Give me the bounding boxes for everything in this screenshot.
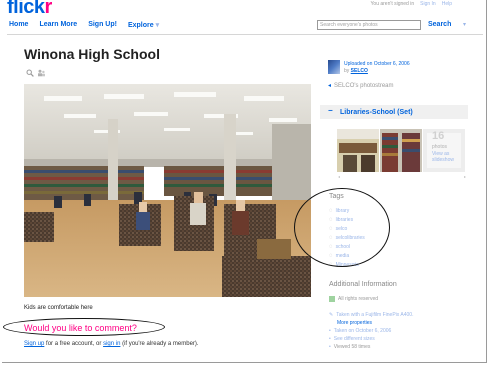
magnifier-icon[interactable]	[26, 69, 34, 77]
slideshow-link[interactable]: View as slideshow	[432, 151, 472, 163]
set-title[interactable]: Libraries-School (Set)	[340, 109, 413, 116]
set-photo-count: 16	[432, 130, 445, 142]
page-title: Winona High School	[24, 46, 160, 62]
uploader-avatar[interactable]	[328, 60, 340, 74]
additional-info-heading: Additional Information	[329, 281, 397, 288]
sign-in-link[interactable]: sign in	[103, 341, 120, 347]
arrow-right-icon[interactable]: ▸	[464, 174, 466, 179]
nav-explore[interactable]: Explore ▾	[128, 21, 159, 29]
photostream-nav: ◂ SELCO's photostream	[328, 82, 394, 90]
upload-date[interactable]: Uploaded on October 6, 2006	[344, 61, 410, 68]
nav-home[interactable]: Home	[9, 21, 28, 29]
signed-out-text: You aren't signed in	[370, 1, 415, 7]
set-pager: ◂ ▸	[338, 174, 466, 179]
search-input[interactable]	[317, 20, 421, 30]
chevron-down-icon: ▾	[155, 22, 160, 29]
flickr-photo-page: flickr You aren't signed in Sign In Help…	[2, 0, 487, 363]
list-item: More properties	[329, 319, 413, 327]
creative-commons-icon	[329, 296, 335, 302]
account-links: You aren't signed in Sign In Help	[371, 1, 452, 7]
annotation-circle	[294, 188, 390, 267]
bullet-icon: •	[329, 344, 331, 350]
photo-tools	[26, 69, 46, 77]
set-count-label: photos	[432, 144, 448, 150]
flickr-logo[interactable]: flickr	[7, 0, 52, 19]
list-item: • Viewed 58 times	[329, 344, 371, 350]
nav-sign-up[interactable]: Sign Up!	[88, 21, 117, 29]
uploader-link[interactable]: SELCO	[351, 68, 368, 74]
library-photo	[24, 84, 311, 297]
people-icon[interactable]	[37, 69, 46, 77]
upload-info: Uploaded on October 6, 2006 by SELCO	[344, 61, 410, 74]
nav-learn-more[interactable]: Learn More	[39, 21, 77, 29]
list-item: ✎ Taken with a Fujifilm FinePix A400.	[329, 312, 414, 318]
list-item: • Taken on October 6, 2006	[329, 328, 392, 334]
search-button[interactable]: Search	[428, 21, 451, 28]
signup-prompt: Sign up for a free account, or sign in (…	[24, 341, 199, 347]
main-nav: Home Learn More Sign Up! Explore ▾	[9, 21, 159, 29]
license-info: All rights reserved	[329, 296, 378, 302]
collapse-icon[interactable]: −	[328, 106, 333, 115]
bullet-icon: •	[329, 336, 331, 342]
main-photo[interactable]	[24, 84, 311, 297]
annotation-circle	[3, 318, 165, 336]
photo-metadata: ✎ Taken with a Fujifilm FinePix A400. Mor…	[329, 311, 413, 351]
sign-up-link[interactable]: Sign up	[24, 341, 44, 347]
photostream-link[interactable]: SELCO's photostream	[334, 83, 394, 89]
more-properties-link[interactable]: More properties	[329, 319, 372, 327]
set-thumbnail[interactable]	[337, 129, 379, 172]
bullet-icon: •	[329, 328, 331, 334]
arrow-left-icon[interactable]: ◂	[328, 82, 331, 89]
photo-caption: Kids are comfortable here	[24, 305, 93, 311]
bullet-icon: ✎	[329, 312, 334, 318]
arrow-left-icon[interactable]: ◂	[338, 174, 340, 179]
sign-in-link[interactable]: Sign In	[420, 1, 436, 7]
list-item: • See different sizes	[329, 336, 375, 342]
set-thumbnail[interactable]	[380, 129, 422, 172]
header-divider	[7, 34, 483, 35]
help-link[interactable]: Help	[442, 1, 452, 7]
chevron-down-icon[interactable]: ▾	[463, 21, 466, 28]
